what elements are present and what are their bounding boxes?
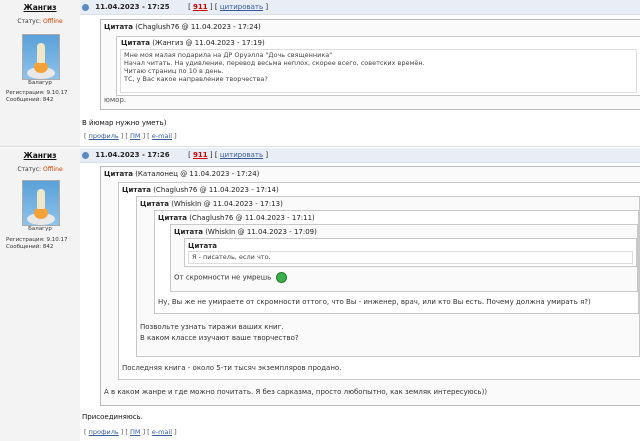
email-link[interactable]: e-mail xyxy=(152,428,172,436)
quote-block: Цитата (WhiskIn @ 11.04.2023 - 17:13) Ци… xyxy=(136,196,640,357)
quote-block: Цитата (Каталонец @ 11.04.2023 - 17:24) … xyxy=(100,166,640,406)
quote-block: Цитата (Жангиз @ 11.04.2023 - 17:19) Мне… xyxy=(116,36,640,96)
status-value: Offline xyxy=(42,166,63,173)
post-2: Жангиз 11.04.2023 - 17:26 [ 911 ] [ цити… xyxy=(0,148,640,441)
quote-block: Цитата (WhiskIn @ 11.04.2023 - 17:09) Ци… xyxy=(170,224,638,292)
quote-reply: Позвольте узнать тиражи ваших книг. В ка… xyxy=(140,322,299,344)
quote-block: Цитата Я - писатель, если что. xyxy=(184,238,637,267)
user-status: Статус: Offline xyxy=(0,18,80,25)
status-value: Offline xyxy=(42,18,63,25)
quote-line: Позвольте узнать тиражи ваших книг. xyxy=(140,323,284,331)
quote-meta: (Chaglush76 @ 11.04.2023 - 17:11) xyxy=(189,214,315,222)
quote-header: Цитата (Chaglush76 @ 11.04.2023 - 17:24) xyxy=(104,23,261,31)
bracket: [ xyxy=(188,151,191,159)
author-link[interactable]: Жангиз xyxy=(0,3,80,12)
msg-count: Сообщений: 842 xyxy=(6,244,54,250)
email-link[interactable]: e-mail xyxy=(152,132,172,140)
quote-meta: (Chaglush76 @ 11.04.2023 - 17:24) xyxy=(135,23,261,31)
bracket: [ xyxy=(188,3,191,11)
post-1: Жангиз 11.04.2023 - 17:25 [ 911 ] [ цити… xyxy=(0,0,640,146)
profile-link[interactable]: профиль xyxy=(89,428,119,436)
quote-text: Я - писатель, если что. xyxy=(192,253,271,261)
quote-link[interactable]: цитировать xyxy=(220,3,263,11)
reg-date: Регистрация: 9.10.17 xyxy=(6,90,68,96)
quote-line: Читаю страниц по 10 в день. xyxy=(124,67,224,75)
quote-block: Цитата (Chaglush76 @ 11.04.2023 - 17:24)… xyxy=(100,19,640,110)
quote-title: Цитата xyxy=(174,228,203,236)
user-nickname: Балагур xyxy=(28,80,52,86)
quote-reply-text: От скромности не умрешь xyxy=(174,273,272,282)
quote-reply: А в каком жанре и где можно почитать. Я … xyxy=(104,388,488,396)
user-status: Статус: Offline xyxy=(0,166,80,173)
bracket: ] [ xyxy=(209,3,218,11)
post-number-link[interactable]: 911 xyxy=(193,3,208,11)
post-meta: 11.04.2023 - 17:26 [ 911 ] [ цитировать … xyxy=(82,151,268,159)
quote-line: ТС, у Вас какое направление творчества? xyxy=(124,75,268,83)
quote-line: В каком классе изучают ваше творчество? xyxy=(140,334,299,342)
profile-link[interactable]: профиль xyxy=(89,132,119,140)
smiley-icon xyxy=(275,272,287,283)
quote-line: Начал читать. На удивление, перевод весь… xyxy=(124,59,425,67)
quote-title: Цитата xyxy=(121,39,150,47)
quote-meta: (Жангиз @ 11.04.2023 - 17:19) xyxy=(152,39,265,47)
quote-title: Цитата xyxy=(140,200,169,208)
post-divider xyxy=(0,146,640,147)
quote-meta: (WhiskIn @ 11.04.2023 - 17:13) xyxy=(171,200,283,208)
quote-reply: Последняя книга - около 5-ти тысяч экзем… xyxy=(122,364,342,372)
bracket: ] [ xyxy=(209,151,218,159)
avatar[interactable] xyxy=(22,180,60,226)
quote-link[interactable]: цитировать xyxy=(220,151,263,159)
bracket: ] xyxy=(265,3,269,11)
quote-text: Мне моя малая подарила на ДР Оруэлла "До… xyxy=(124,51,425,83)
quote-header: Цитата (Chaglush76 @ 11.04.2023 - 17:11) xyxy=(158,214,315,222)
quote-meta: (WhiskIn @ 11.04.2023 - 17:09) xyxy=(205,228,317,236)
post-pin-icon xyxy=(82,151,89,159)
quote-reply: От скромности не умрешь xyxy=(174,272,287,283)
quote-title: Цитата xyxy=(158,214,187,222)
quote-header: Цитата (WhiskIn @ 11.04.2023 - 17:09) xyxy=(174,228,317,236)
post-footer: [ профиль ] [ ПМ ] [ e-mail ] xyxy=(84,428,177,436)
pm-link[interactable]: ПМ xyxy=(130,132,141,140)
quote-block: Цитата (Chaglush76 @ 11.04.2023 - 17:11)… xyxy=(154,210,639,314)
quote-reply: юмор. xyxy=(104,96,127,104)
user-registration: Регистрация: 9.10.17 Сообщений: 842 xyxy=(6,237,67,251)
quote-meta: (Chaglush76 @ 11.04.2023 - 17:14) xyxy=(153,186,279,194)
quote-title: Цитата xyxy=(104,23,133,31)
post-date: 11.04.2023 - 17:26 xyxy=(95,151,170,159)
quote-header: Цитата xyxy=(188,242,217,250)
quote-title: Цитата xyxy=(188,242,217,250)
post-text: Присоединяюсь. xyxy=(82,413,143,421)
reg-date: Регистрация: 9.10.17 xyxy=(6,237,68,243)
quote-title: Цитата xyxy=(122,186,151,194)
msg-count: Сообщений: 842 xyxy=(6,97,54,103)
post-number-link[interactable]: 911 xyxy=(193,151,208,159)
post-meta: 11.04.2023 - 17:25 [ 911 ] [ цитировать … xyxy=(82,3,268,11)
avatar[interactable] xyxy=(22,34,60,80)
quote-header: Цитата (WhiskIn @ 11.04.2023 - 17:13) xyxy=(140,200,283,208)
post-date: 11.04.2023 - 17:25 xyxy=(95,3,170,11)
author-link[interactable]: Жангиз xyxy=(0,151,80,160)
quote-title: Цитата xyxy=(104,170,133,178)
quote-header: Цитата (Chaglush76 @ 11.04.2023 - 17:14) xyxy=(122,186,279,194)
quote-reply: Ну, Вы же не умираете от скромности отто… xyxy=(158,298,591,306)
quote-text-box: Мне моя малая подарила на ДР Оруэлла "До… xyxy=(120,49,637,93)
pm-link[interactable]: ПМ xyxy=(130,428,141,436)
quote-header: Цитата (Каталонец @ 11.04.2023 - 17:24) xyxy=(104,170,259,178)
bracket: ] xyxy=(265,151,269,159)
post-footer: [ профиль ] [ ПМ ] [ e-mail ] xyxy=(84,132,177,140)
quote-text-box: Я - писатель, если что. xyxy=(188,251,633,264)
quote-header: Цитата (Жангиз @ 11.04.2023 - 17:19) xyxy=(121,39,265,47)
status-label: Статус: xyxy=(17,18,42,25)
quote-block: Цитата (Chaglush76 @ 11.04.2023 - 17:14)… xyxy=(118,182,640,380)
status-label: Статус: xyxy=(17,166,42,173)
post-pin-icon xyxy=(82,3,89,11)
post-text: В йюмар нужно уметь) xyxy=(82,119,167,127)
quote-line: Мне моя малая подарила на ДР Оруэлла "До… xyxy=(124,51,333,59)
user-nickname: Балагур xyxy=(28,226,52,232)
user-registration: Регистрация: 9.10.17 Сообщений: 842 xyxy=(6,90,67,104)
quote-meta: (Каталонец @ 11.04.2023 - 17:24) xyxy=(135,170,260,178)
